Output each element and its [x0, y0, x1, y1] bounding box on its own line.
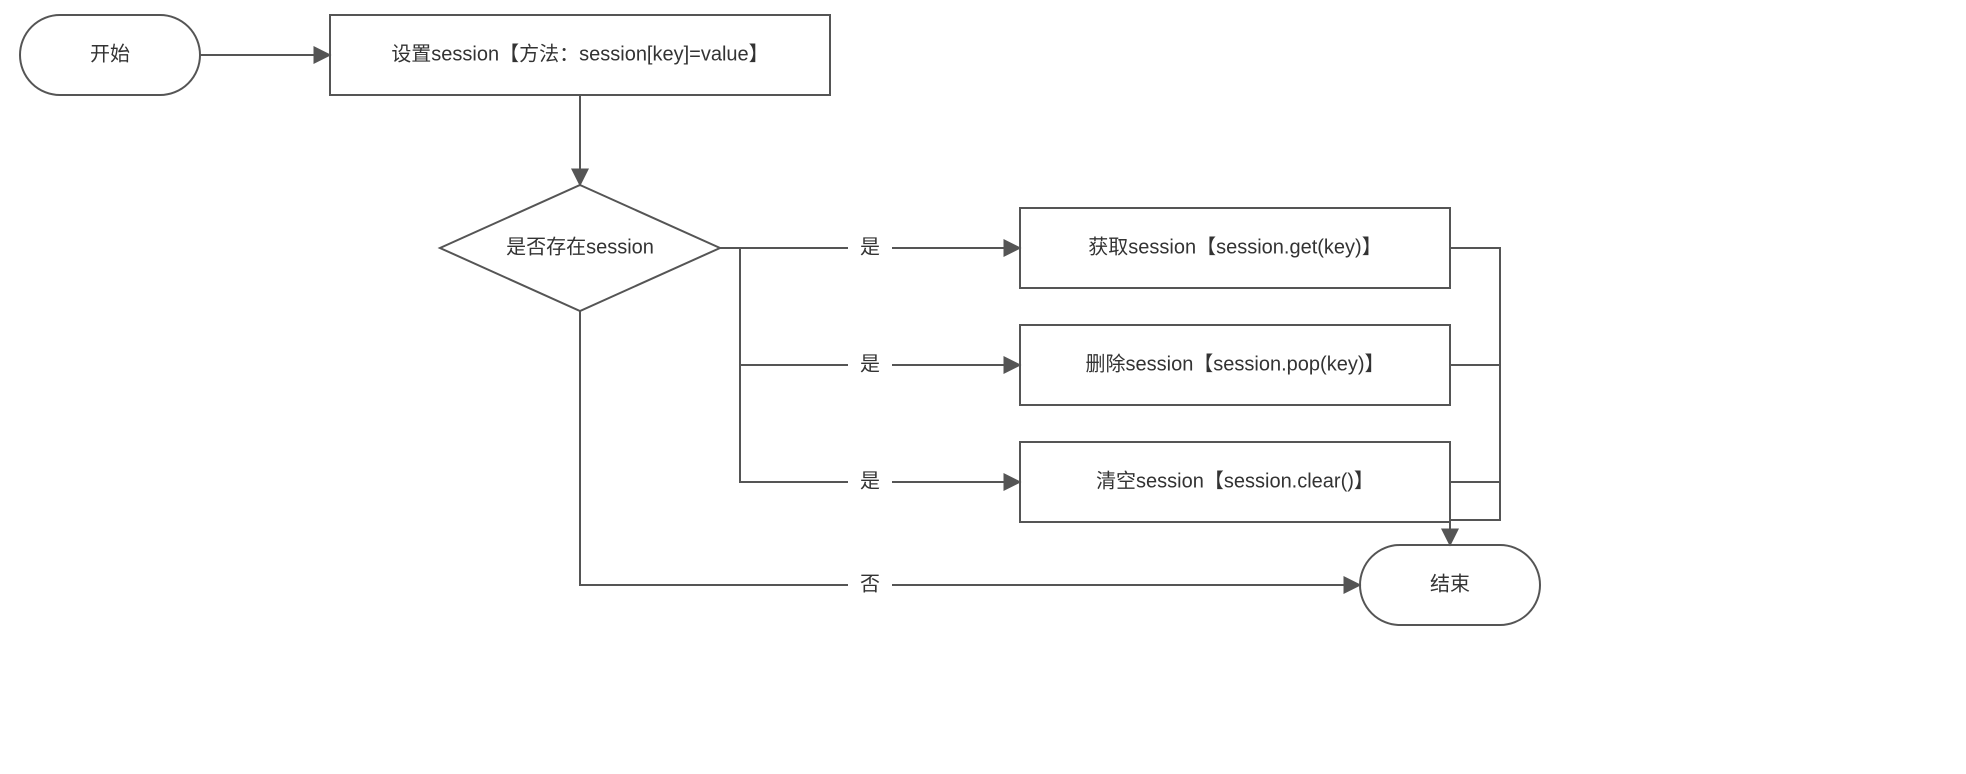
node-get-session: 获取session【session.get(key)】	[1020, 208, 1450, 288]
node-end: 结束	[1360, 545, 1540, 625]
edge-label-yes-3: 是	[860, 470, 880, 492]
node-set-session: 设置session【方法：session[key]=value】	[330, 15, 830, 95]
node-decision: 是否存在session	[440, 185, 720, 311]
del-session-label: 删除session【session.pop(key)】	[1086, 352, 1385, 375]
node-del-session: 删除session【session.pop(key)】	[1020, 325, 1450, 405]
edge-label-yes-2: 是	[860, 353, 880, 375]
decision-label: 是否存在session	[506, 235, 654, 258]
set-session-label: 设置session【方法：session[key]=value】	[391, 42, 768, 65]
edge-clear-to-end	[1450, 482, 1500, 545]
start-label: 开始	[90, 42, 130, 65]
node-clear-session: 清空session【session.clear()】	[1020, 442, 1450, 522]
edge-del-merge	[1450, 365, 1500, 482]
edge-label-yes-1: 是	[860, 236, 880, 258]
edge-decision-to-del	[720, 248, 1020, 365]
edge-label-no: 否	[860, 573, 880, 595]
node-start: 开始	[20, 15, 200, 95]
end-label: 结束	[1430, 572, 1470, 595]
edge-get-merge	[1450, 248, 1500, 365]
edge-decision-to-clear	[740, 365, 1020, 482]
clear-session-label: 清空session【session.clear()】	[1096, 469, 1374, 492]
get-session-label: 获取session【session.get(key)】	[1088, 235, 1381, 258]
flowchart-diagram: 开始 设置session【方法：session[key]=value】 是否存在…	[0, 0, 1966, 774]
